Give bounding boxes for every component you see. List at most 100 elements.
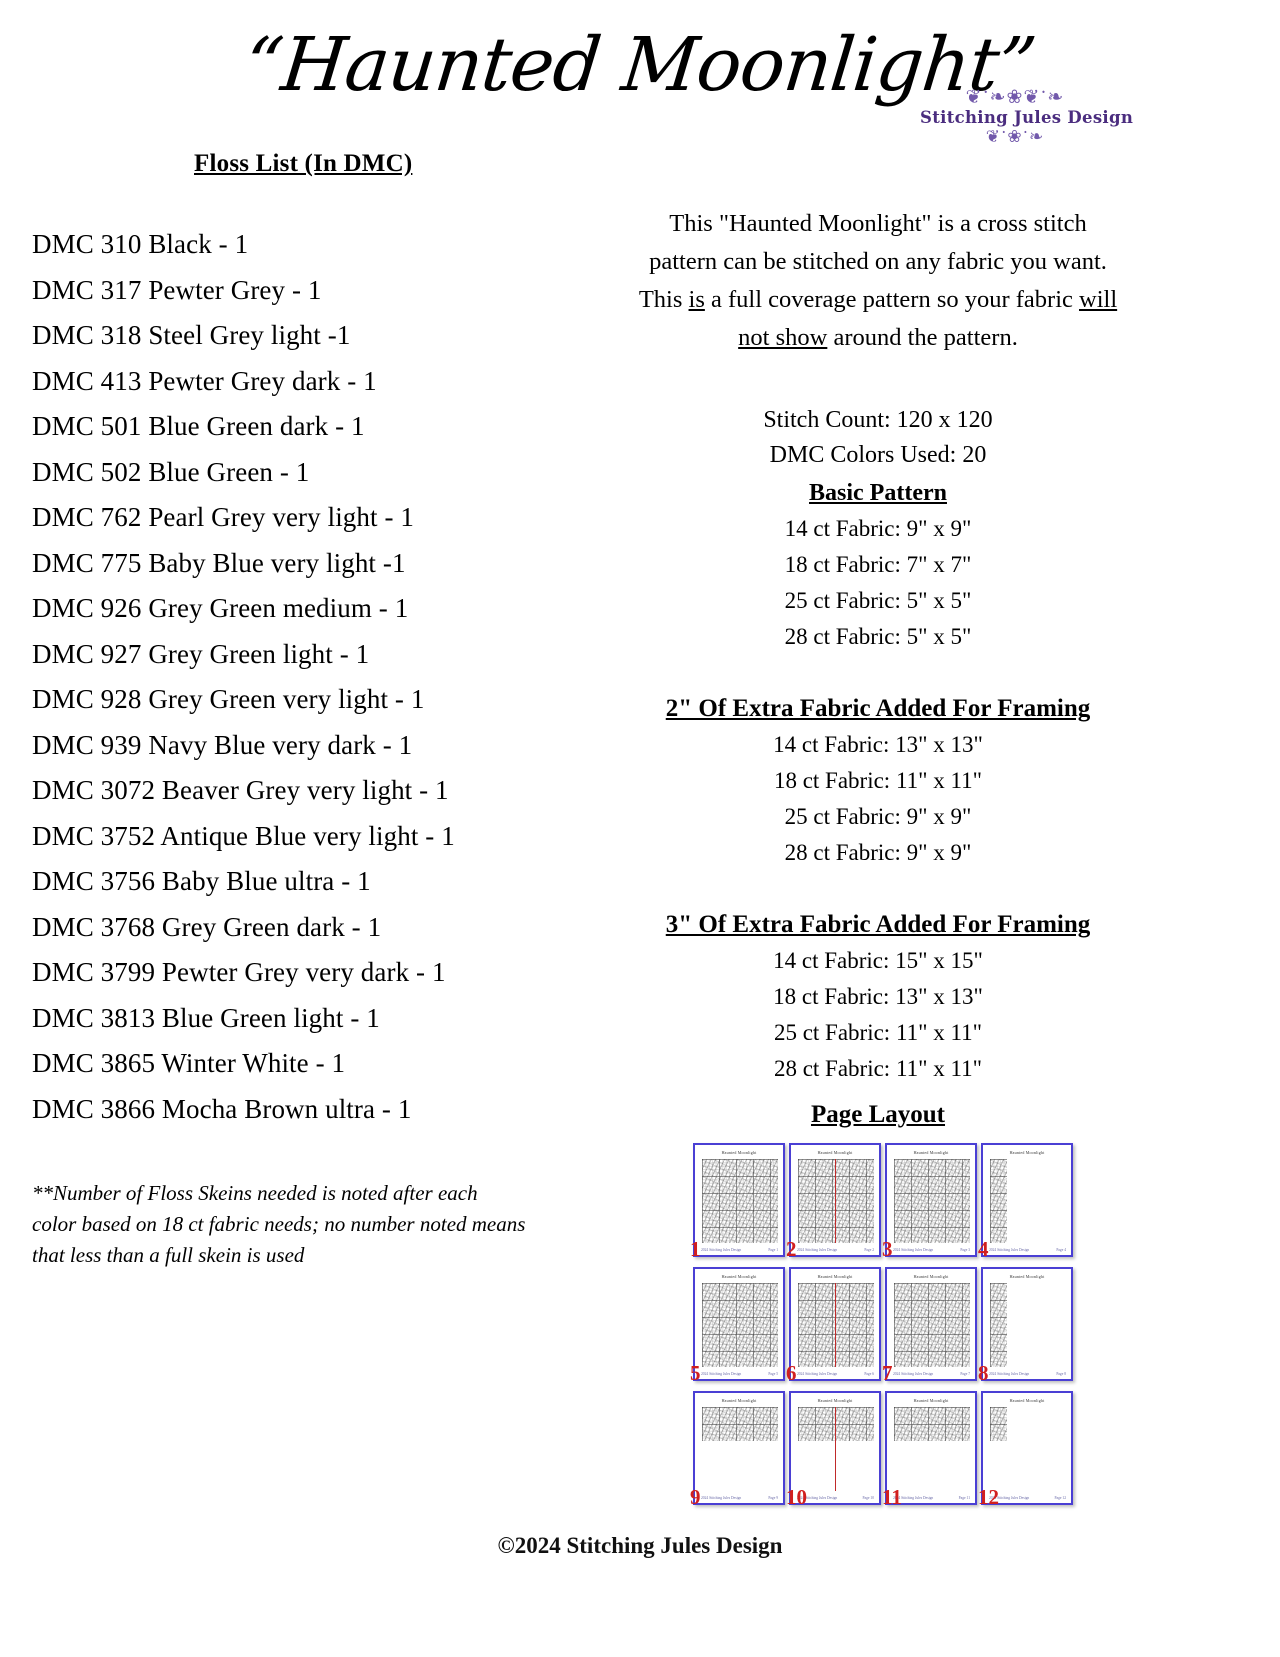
- page-number-label: 4: [978, 1237, 989, 1261]
- fabric-size-row: 18 ct Fabric: 11" x 11": [773, 768, 983, 793]
- thumbnail-title: Haunted Moonlight: [1009, 1150, 1045, 1155]
- chart-page-preview: Haunted Moonlight 2024 Stitching Jules De…: [789, 1267, 881, 1381]
- floss-list-column: Floss List (In DMC) DMC 310 Black - 1 DM…: [32, 150, 622, 1271]
- thumbnail-title: Haunted Moonlight: [913, 1150, 949, 1155]
- thumbnail-title: Haunted Moonlight: [721, 1274, 757, 1279]
- thumbnail-grid-art: [798, 1407, 874, 1441]
- chart-page-preview: Haunted Moonlight 2024 Stitching Jules De…: [693, 1143, 785, 1257]
- thumbnail-title: Haunted Moonlight: [817, 1150, 853, 1155]
- framing-3in-heading: 3" Of Extra Fabric Added For Framing: [665, 911, 1091, 938]
- thumbnail-footer-right: Page 3: [960, 1248, 970, 1252]
- page-thumbnail: Haunted Moonlight 2024 Stitching Jules De…: [882, 1267, 977, 1385]
- thumbnail-footer-left: 2024 Stitching Jules Design: [989, 1248, 1030, 1252]
- fabric-size-row: 25 ct Fabric: 11" x 11": [773, 1020, 983, 1045]
- floss-skein-note: **Number of Floss Skeins needed is noted…: [32, 1178, 592, 1271]
- list-item: DMC 927 Grey Green light - 1: [32, 638, 370, 669]
- thumbnail-footer: 2024 Stitching Jules Design Page 5: [701, 1372, 778, 1376]
- list-item: DMC 775 Baby Blue very light -1: [32, 547, 406, 578]
- page-thumbnail: Haunted Moonlight 2024 Stitching Jules De…: [690, 1391, 785, 1509]
- thumbnail-footer-left: 2024 Stitching Jules Design: [989, 1372, 1030, 1376]
- thumbnail-footer-right: Page 8: [1056, 1372, 1066, 1376]
- page-number-label: 7: [882, 1361, 893, 1385]
- page-thumbnail: Haunted Moonlight 2024 Stitching Jules De…: [882, 1143, 977, 1261]
- list-item: DMC 3813 Blue Green light - 1: [32, 1002, 380, 1033]
- list-item: DMC 3072 Beaver Grey very light - 1: [32, 775, 449, 805]
- thumbnail-footer: 2024 Stitching Jules Design Page 1: [701, 1248, 778, 1252]
- thumbnail-footer-left: 2024 Stitching Jules Design: [701, 1496, 742, 1500]
- copyright-footer: ©2024 Stitching Jules Design: [497, 1533, 783, 1558]
- thumbnail-title: Haunted Moonlight: [913, 1398, 949, 1403]
- page-thumbnail: Haunted Moonlight 2024 Stitching Jules De…: [786, 1143, 881, 1261]
- note-line: that less than a full skein is used: [32, 1243, 305, 1267]
- page-thumbnail: Haunted Moonlight 2024 Stitching Jules De…: [978, 1391, 1073, 1509]
- note-line: **Number of Floss Skeins needed is noted…: [32, 1181, 478, 1205]
- page-thumbnail: Haunted Moonlight 2024 Stitching Jules De…: [882, 1391, 977, 1509]
- fabric-size-row: 28 ct Fabric: 5" x 5": [784, 624, 972, 649]
- thumbnail-grid-art: [702, 1159, 778, 1243]
- dmc-colors-used: DMC Colors Used: 20: [769, 442, 987, 468]
- thumbnail-title: Haunted Moonlight: [1009, 1274, 1045, 1279]
- page-layout-heading: Page Layout: [810, 1101, 946, 1128]
- emphasis-is: is: [688, 286, 705, 313]
- page-number-label: 8: [978, 1361, 989, 1385]
- page-layout-grid: Haunted Moonlight 2024 Stitching Jules De…: [584, 1143, 1178, 1509]
- page-number-label: 3: [882, 1237, 893, 1261]
- thumbnail-grid-art: [798, 1159, 874, 1243]
- framing-2in-heading: 2" Of Extra Fabric Added For Framing: [665, 695, 1091, 722]
- list-item: DMC 317 Pewter Grey - 1: [32, 274, 322, 305]
- flourish-ornament-top: ❦ॱ❧❀❦ॱ❧: [965, 88, 1065, 108]
- page-number-label: 2: [786, 1237, 797, 1261]
- thumbnail-footer-right: Page 1: [768, 1248, 778, 1252]
- page-thumbnail: Haunted Moonlight 2024 Stitching Jules De…: [978, 1143, 1073, 1261]
- thumbnail-footer-left: 2024 Stitching Jules Design: [797, 1372, 838, 1376]
- thumbnail-footer: 2024 Stitching Jules Design Page 2: [797, 1248, 874, 1252]
- page-thumbnail: Haunted Moonlight 2024 Stitching Jules De…: [786, 1391, 881, 1509]
- list-item: DMC 502 Blue Green - 1: [32, 456, 310, 487]
- thumbnail-title: Haunted Moonlight: [817, 1398, 853, 1403]
- basic-pattern-heading: Basic Pattern: [809, 480, 947, 506]
- page-thumbnail: Haunted Moonlight 2024 Stitching Jules De…: [690, 1267, 785, 1385]
- list-item: DMC 926 Grey Green medium - 1: [32, 593, 409, 623]
- chart-page-preview: Haunted Moonlight 2024 Stitching Jules De…: [885, 1267, 977, 1381]
- list-item: DMC 3752 Antique Blue very light - 1: [32, 820, 455, 851]
- fabric-size-row: 25 ct Fabric: 5" x 5": [784, 588, 972, 613]
- thumbnail-footer-right: Page 12: [1054, 1496, 1066, 1500]
- thumbnail-footer: 2024 Stitching Jules Design Page 10: [797, 1496, 874, 1500]
- chart-page-preview: Haunted Moonlight 2024 Stitching Jules De…: [981, 1143, 1073, 1257]
- description-line-3b: a full coverage pattern so your fabric: [704, 286, 1080, 313]
- brand-logo: ❦ॱ❧❀❦ॱ❧ Stitching Jules Design ❦ॱ❀ॱ❧: [920, 88, 1133, 146]
- page-number-label: 10: [786, 1485, 807, 1509]
- thumbnail-title: Haunted Moonlight: [817, 1274, 853, 1279]
- thumbnail-grid-art: [990, 1159, 1007, 1243]
- page-number-label: 12: [978, 1485, 999, 1509]
- list-item: DMC 3756 Baby Blue ultra - 1: [32, 866, 371, 896]
- thumbnail-grid-art: [702, 1407, 778, 1441]
- thumbnail-footer: 2024 Stitching Jules Design Page 3: [893, 1248, 970, 1252]
- pattern-description: This "Haunted Moonlight" is a cross stit…: [578, 205, 1178, 357]
- thumbnail-grid-art: [990, 1407, 1007, 1441]
- thumbnail-footer-right: Page 11: [958, 1496, 970, 1500]
- list-item: DMC 762 Pearl Grey very light - 1: [32, 502, 414, 532]
- thumbnail-title: Haunted Moonlight: [721, 1150, 757, 1155]
- description-line-3a: This: [638, 286, 689, 313]
- fabric-size-row: 28 ct Fabric: 11" x 11": [773, 1056, 983, 1081]
- thumbnail-footer-right: Page 6: [864, 1372, 874, 1376]
- emphasis-will: will: [1079, 286, 1118, 313]
- thumbnail-grid-art: [894, 1407, 970, 1441]
- chart-page-preview: Haunted Moonlight 2024 Stitching Jules De…: [693, 1391, 785, 1505]
- description-line: pattern can be stitched on any fabric yo…: [649, 248, 1107, 275]
- thumbnail-title: Haunted Moonlight: [721, 1398, 757, 1403]
- thumbnail-grid-art: [990, 1283, 1007, 1367]
- thumbnail-footer-left: 2024 Stitching Jules Design: [893, 1372, 934, 1376]
- thumbnail-footer: 2024 Stitching Jules Design Page 4: [989, 1248, 1066, 1252]
- thumbnail-title: Haunted Moonlight: [1009, 1398, 1045, 1403]
- fabric-size-row: 14 ct Fabric: 13" x 13": [773, 732, 983, 757]
- page-number-label: 1: [690, 1237, 701, 1261]
- page-thumbnail: Haunted Moonlight 2024 Stitching Jules De…: [786, 1267, 881, 1385]
- list-item: DMC 939 Navy Blue very dark - 1: [32, 729, 413, 760]
- thumbnail-footer-left: 2024 Stitching Jules Design: [797, 1248, 838, 1252]
- chart-page-preview: Haunted Moonlight 2024 Stitching Jules De…: [693, 1267, 785, 1381]
- page-number-label: 5: [690, 1361, 701, 1385]
